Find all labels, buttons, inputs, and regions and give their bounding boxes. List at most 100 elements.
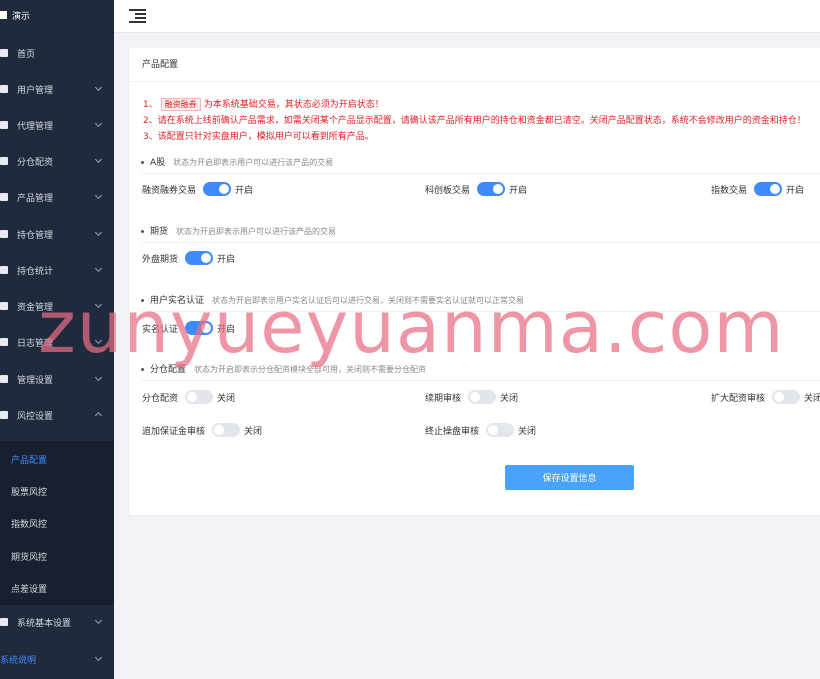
- toggle-state: 开启: [217, 324, 236, 335]
- foreign-futures-toggle[interactable]: [185, 251, 214, 265]
- warning-line-2: 2、请在系统上线前确认产品需求，如需关闭某个产品显示配置，请确认该产品所有用户的…: [143, 116, 806, 126]
- sidebar-item-logs[interactable]: 日志管理: [0, 327, 114, 357]
- submenu-item-index-risk[interactable]: 指数风控: [11, 517, 47, 530]
- submenu-item-stock-risk[interactable]: 股票风控: [11, 485, 47, 498]
- toggle-state: 开启: [235, 185, 254, 196]
- product-icon: [0, 193, 8, 201]
- sidebar-item-system-docs[interactable]: 系统说明: [0, 644, 114, 674]
- section-a-stock: A股 状态为开启即表示用户可以进行该产品的交易: [141, 155, 333, 168]
- risk-submenu: 产品配置 股票风控 指数风控 期货风控 点差设置: [0, 441, 114, 605]
- sidebar-item-allocation[interactable]: 分仓配资: [0, 146, 114, 176]
- sidebar-item-position-stats[interactable]: 持仓统计: [0, 255, 114, 285]
- sidebar-item-home[interactable]: 首页: [0, 38, 114, 68]
- gear-icon: [0, 618, 8, 626]
- log-icon: [0, 338, 8, 346]
- position-icon: [0, 230, 8, 238]
- section-desc: 状态为开启即表示用户可以进行该产品的交易: [173, 158, 334, 167]
- top-bar: [114, 0, 820, 33]
- allocation-toggle[interactable]: [185, 390, 214, 404]
- section-futures: 期货 状态为开启即表示用户可以进行该产品的交易: [141, 224, 336, 237]
- margin-trading-field: 融资融券交易 开启: [142, 182, 253, 196]
- toggle-state: 开启: [786, 185, 805, 196]
- realname-toggle[interactable]: [185, 321, 214, 335]
- renewal-review-toggle[interactable]: [468, 390, 497, 404]
- index-trading-toggle[interactable]: [754, 182, 783, 196]
- submenu-item-spread-settings[interactable]: 点差设置: [11, 582, 47, 595]
- chevron-down-icon: [94, 191, 103, 200]
- section-desc: 状态为开启即表示用户实名认证后可以进行交易，关闭则不需要实名认证就可以正常交易: [212, 296, 525, 305]
- chevron-up-icon: [94, 411, 103, 420]
- sidebar-item-system-settings[interactable]: 系统基本设置: [0, 607, 114, 637]
- sidebar: 演示 首页 用户管理 代理管理 分仓配资 产品管理 持仓管理 持仓统计 资金管理: [0, 0, 114, 679]
- terminate-review-toggle[interactable]: [486, 423, 515, 437]
- margin-tag: 融资融券: [160, 98, 201, 111]
- sidebar-item-label: 首页: [17, 49, 36, 60]
- toggle-state: 开启: [509, 185, 528, 196]
- submenu-item-product-config[interactable]: 产品配置: [11, 453, 47, 466]
- sidebar-item-label: 持仓统计: [17, 266, 54, 277]
- sidebar-item-label: 持仓管理: [17, 230, 54, 241]
- chevron-down-icon: [94, 83, 103, 92]
- chevron-down-icon: [94, 336, 103, 345]
- allocation-icon: [0, 157, 8, 165]
- sidebar-item-label: 日志管理: [17, 338, 54, 349]
- warning-line-3: 3、该配置只针对实盘用户，模拟用户可以看到所有产品。: [143, 132, 374, 142]
- chevron-down-icon: [94, 300, 103, 309]
- margin-trading-toggle[interactable]: [203, 182, 232, 196]
- menu-collapse-icon[interactable]: [129, 9, 146, 23]
- star-market-field: 科创板交易 开启: [425, 182, 527, 196]
- field-label: 续期审核: [425, 393, 462, 404]
- warning-prefix: 1、: [143, 100, 158, 110]
- risk-icon: [0, 411, 8, 419]
- section-title: A股: [150, 158, 166, 168]
- submenu-item-futures-risk[interactable]: 期货风控: [11, 550, 47, 563]
- users-icon: [0, 85, 8, 93]
- field-label: 指数交易: [711, 185, 748, 196]
- section-title: 用户实名认证: [150, 296, 205, 306]
- sidebar-item-admin-settings[interactable]: 管理设置: [0, 364, 114, 394]
- chevron-down-icon: [94, 119, 103, 128]
- sidebar-item-label: 分仓配资: [17, 157, 54, 168]
- chevron-down-icon: [94, 155, 103, 164]
- sidebar-item-agents[interactable]: 代理管理: [0, 110, 114, 140]
- sidebar-item-label: 代理管理: [17, 121, 54, 132]
- toggle-state: 关闭: [804, 393, 820, 404]
- funds-icon: [0, 302, 8, 310]
- index-trading-field: 指数交易 开启: [711, 182, 804, 196]
- star-market-toggle[interactable]: [477, 182, 506, 196]
- home-icon: [0, 49, 8, 57]
- section-desc: 状态为开启即表示分仓配资模块全部可用，关闭则不需要分仓配资: [194, 365, 427, 374]
- admin-settings-icon: [0, 375, 8, 383]
- sidebar-item-label: 用户管理: [17, 85, 54, 96]
- toggle-state: 关闭: [500, 393, 519, 404]
- toggle-state: 开启: [217, 254, 236, 265]
- sidebar-item-products[interactable]: 产品管理: [0, 182, 114, 212]
- field-label: 分仓配资: [142, 393, 179, 404]
- expand-allocation-field: 扩大配资审核 关闭: [711, 390, 820, 404]
- section-title: 分仓配置: [150, 365, 187, 375]
- margin-add-field: 追加保证金审核 关闭: [142, 423, 262, 437]
- stats-icon: [0, 266, 8, 274]
- section-realname: 用户实名认证 状态为开启即表示用户实名认证后可以进行交易，关闭则不需要实名认证就可…: [141, 293, 524, 306]
- sidebar-item-label: 系统说明: [0, 655, 37, 666]
- foreign-futures-field: 外盘期货 开启: [142, 251, 235, 265]
- card-title: 产品配置: [129, 48, 820, 82]
- chevron-down-icon: [94, 228, 103, 237]
- sidebar-item-label: 系统基本设置: [17, 618, 72, 629]
- terminate-review-field: 终止操盘审核 关闭: [425, 423, 536, 437]
- margin-add-toggle[interactable]: [212, 423, 241, 437]
- sidebar-item-label: 资金管理: [17, 302, 54, 313]
- toggle-state: 关闭: [217, 393, 236, 404]
- allocation-field: 分仓配资 关闭: [142, 390, 235, 404]
- save-settings-button[interactable]: 保存设置信息: [505, 465, 634, 490]
- sidebar-item-positions[interactable]: 持仓管理: [0, 219, 114, 249]
- expand-allocation-toggle[interactable]: [772, 390, 801, 404]
- sidebar-item-users[interactable]: 用户管理: [0, 74, 114, 104]
- sidebar-item-funds[interactable]: 资金管理: [0, 291, 114, 321]
- logo-icon: [0, 11, 7, 19]
- sidebar-item-risk-settings[interactable]: 风控设置: [0, 400, 114, 430]
- warning-text: 为本系统基础交易，其状态必须为开启状态！: [203, 100, 384, 110]
- brand[interactable]: 演示: [0, 0, 114, 30]
- agent-icon: [0, 121, 8, 129]
- toggle-state: 关闭: [244, 426, 263, 437]
